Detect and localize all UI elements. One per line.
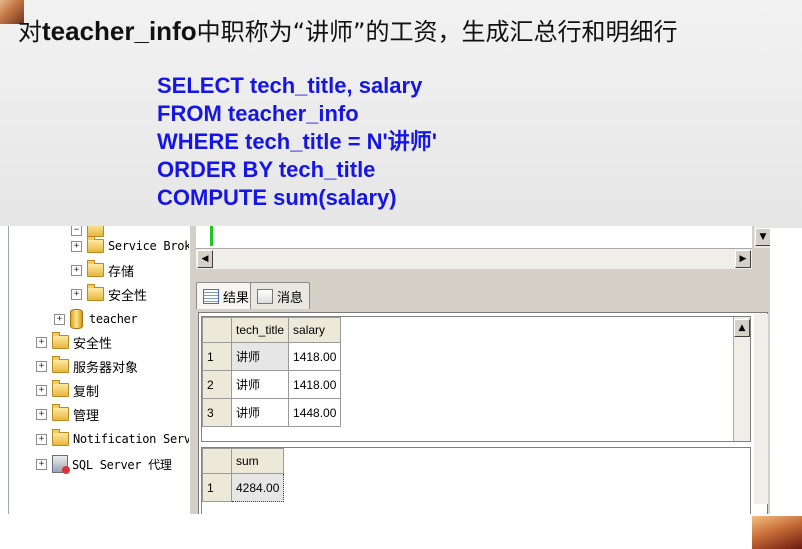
sql-line: SELECT tech_title, salary bbox=[157, 73, 423, 98]
column-header[interactable]: tech_title bbox=[230, 317, 290, 343]
tree-item[interactable]: + 服务器对象 bbox=[36, 356, 138, 376]
tree-item[interactable]: + 复制 bbox=[36, 380, 99, 400]
tree-item-label: Notification Services bbox=[73, 432, 189, 446]
expand-icon[interactable]: + bbox=[36, 408, 47, 420]
expand-icon[interactable]: + bbox=[54, 313, 65, 325]
agent-icon bbox=[52, 455, 70, 474]
tree-item[interactable]: + 安全性 bbox=[36, 332, 112, 352]
table-cell[interactable]: 1418.00 bbox=[288, 370, 342, 399]
tree-item-label: 复制 bbox=[73, 384, 100, 400]
row-number[interactable]: 2 bbox=[202, 370, 232, 399]
folder-icon bbox=[87, 284, 104, 301]
tree-item[interactable]: + 管理 bbox=[36, 404, 99, 424]
row-header-corner bbox=[202, 448, 232, 474]
folder-icon bbox=[52, 429, 69, 446]
result-table-2: sum 1 4284.00 bbox=[202, 448, 285, 502]
tree-item-label: 安全性 bbox=[108, 288, 148, 304]
row-number[interactable]: 1 bbox=[202, 473, 232, 502]
result-grid-1[interactable]: tech_title salary 1 讲师 1418.00 2 讲师 1418… bbox=[201, 316, 751, 442]
row-number[interactable]: 1 bbox=[202, 342, 232, 371]
column-header[interactable]: sum bbox=[230, 448, 285, 474]
heading-suffix: 中职称为“讲师”的工资，生成汇总行和明细行 bbox=[196, 18, 678, 46]
expand-icon[interactable]: + bbox=[36, 433, 47, 445]
results-tabs: 结果 消息 bbox=[196, 282, 770, 312]
editor-vertical-scrollbar[interactable]: ▼ bbox=[754, 226, 770, 248]
expand-icon[interactable]: + bbox=[71, 288, 82, 300]
folder-icon bbox=[52, 332, 69, 349]
tree-item-label: Service Broker bbox=[108, 239, 189, 253]
row-number[interactable]: 3 bbox=[202, 398, 232, 427]
table-cell[interactable]: 讲师 bbox=[230, 370, 290, 399]
scroll-right-icon[interactable]: ▶ bbox=[735, 250, 751, 268]
heading-prefix: 对 bbox=[18, 18, 42, 46]
expand-icon[interactable]: + bbox=[71, 240, 82, 252]
expand-icon[interactable]: + bbox=[36, 384, 47, 396]
folder-icon bbox=[87, 236, 104, 253]
table-cell[interactable]: 讲师 bbox=[230, 398, 290, 427]
tree-item[interactable]: + Service Broker bbox=[71, 236, 189, 256]
collapse-icon[interactable]: − bbox=[71, 226, 82, 236]
table-cell[interactable]: 4284.00 bbox=[230, 473, 285, 502]
editor-horizontal-scrollbar[interactable]: ◀ ▶ bbox=[196, 248, 752, 269]
expand-icon[interactable]: + bbox=[71, 264, 82, 276]
scroll-up-icon[interactable]: ▲ bbox=[734, 319, 750, 337]
change-marker bbox=[210, 226, 213, 246]
column-header[interactable]: salary bbox=[288, 317, 342, 343]
query-editor[interactable] bbox=[196, 226, 752, 248]
decorative-corner-image bbox=[752, 516, 802, 549]
result-table-1: tech_title salary 1 讲师 1418.00 2 讲师 1418… bbox=[202, 317, 342, 427]
expand-icon[interactable]: + bbox=[36, 360, 47, 372]
results-vertical-scrollbar[interactable] bbox=[754, 314, 768, 504]
result-grid-2[interactable]: sum 1 4284.00 bbox=[201, 447, 751, 514]
table-cell[interactable]: 1448.00 bbox=[288, 398, 342, 427]
folder-icon bbox=[52, 356, 69, 373]
folder-icon bbox=[87, 260, 104, 277]
ssms-screenshot: − + Service Broker + 存储 + 安全性 + teacher … bbox=[0, 226, 770, 514]
tab-label: 结果 bbox=[223, 290, 250, 306]
sql-code-block: SELECT tech_title, salary FROM teacher_i… bbox=[157, 72, 437, 212]
row-header-corner bbox=[202, 317, 232, 343]
results-panel: tech_title salary 1 讲师 1418.00 2 讲师 1418… bbox=[198, 312, 768, 514]
scroll-down-icon[interactable]: ▼ bbox=[755, 228, 770, 246]
tree-item[interactable]: + Notification Services bbox=[36, 429, 189, 449]
tab-messages[interactable]: 消息 bbox=[250, 282, 311, 309]
table-cell[interactable]: 1418.00 bbox=[288, 342, 342, 371]
heading-keyword: teacher_info bbox=[42, 16, 197, 46]
tree-item-label: teacher bbox=[89, 312, 138, 326]
tree-item[interactable]: + 安全性 bbox=[71, 284, 147, 304]
sql-line: WHERE tech_title = N'讲师' bbox=[157, 129, 438, 154]
tree-item-label: 管理 bbox=[73, 408, 100, 424]
folder-icon bbox=[52, 404, 69, 421]
table-row[interactable]: 1 4284.00 bbox=[202, 473, 285, 502]
grid-icon bbox=[203, 288, 219, 304]
table-row[interactable]: 3 讲师 1448.00 bbox=[202, 398, 342, 427]
table-row[interactable]: 2 讲师 1418.00 bbox=[202, 370, 342, 399]
object-explorer: − + Service Broker + 存储 + 安全性 + teacher … bbox=[8, 226, 189, 514]
expand-icon[interactable]: + bbox=[36, 458, 47, 470]
tree-item-label: 存储 bbox=[108, 264, 135, 280]
tree-item[interactable]: + 存储 bbox=[71, 260, 134, 280]
folder-icon bbox=[52, 380, 69, 397]
grid-vertical-scrollbar[interactable]: ▲ bbox=[733, 317, 750, 441]
tree-item[interactable]: + teacher bbox=[54, 309, 138, 329]
table-row[interactable]: 1 讲师 1418.00 bbox=[202, 342, 342, 371]
query-window: ▼ ◀ ▶ 结果 消息 tech_title salary 1 讲师 1418.… bbox=[196, 226, 770, 514]
tab-results[interactable]: 结果 bbox=[196, 282, 257, 309]
tree-item-label: SQL Server 代理 bbox=[72, 457, 172, 472]
scroll-left-icon[interactable]: ◀ bbox=[197, 250, 213, 268]
database-icon bbox=[70, 309, 83, 329]
sql-line: FROM teacher_info bbox=[157, 101, 359, 126]
expand-icon[interactable]: + bbox=[36, 336, 47, 348]
tree-item-label: 安全性 bbox=[73, 336, 113, 352]
message-icon bbox=[257, 288, 273, 304]
sql-line: COMPUTE sum(salary) bbox=[157, 185, 397, 210]
sql-line: ORDER BY tech_title bbox=[157, 157, 376, 182]
tree-item[interactable]: + SQL Server 代理 bbox=[36, 454, 172, 474]
slide-heading: 对teacher_info中职称为“讲师”的工资，生成汇总行和明细行 bbox=[18, 12, 802, 47]
tab-label: 消息 bbox=[277, 290, 304, 306]
tree-item-label: 服务器对象 bbox=[73, 360, 139, 376]
table-cell[interactable]: 讲师 bbox=[230, 342, 290, 371]
